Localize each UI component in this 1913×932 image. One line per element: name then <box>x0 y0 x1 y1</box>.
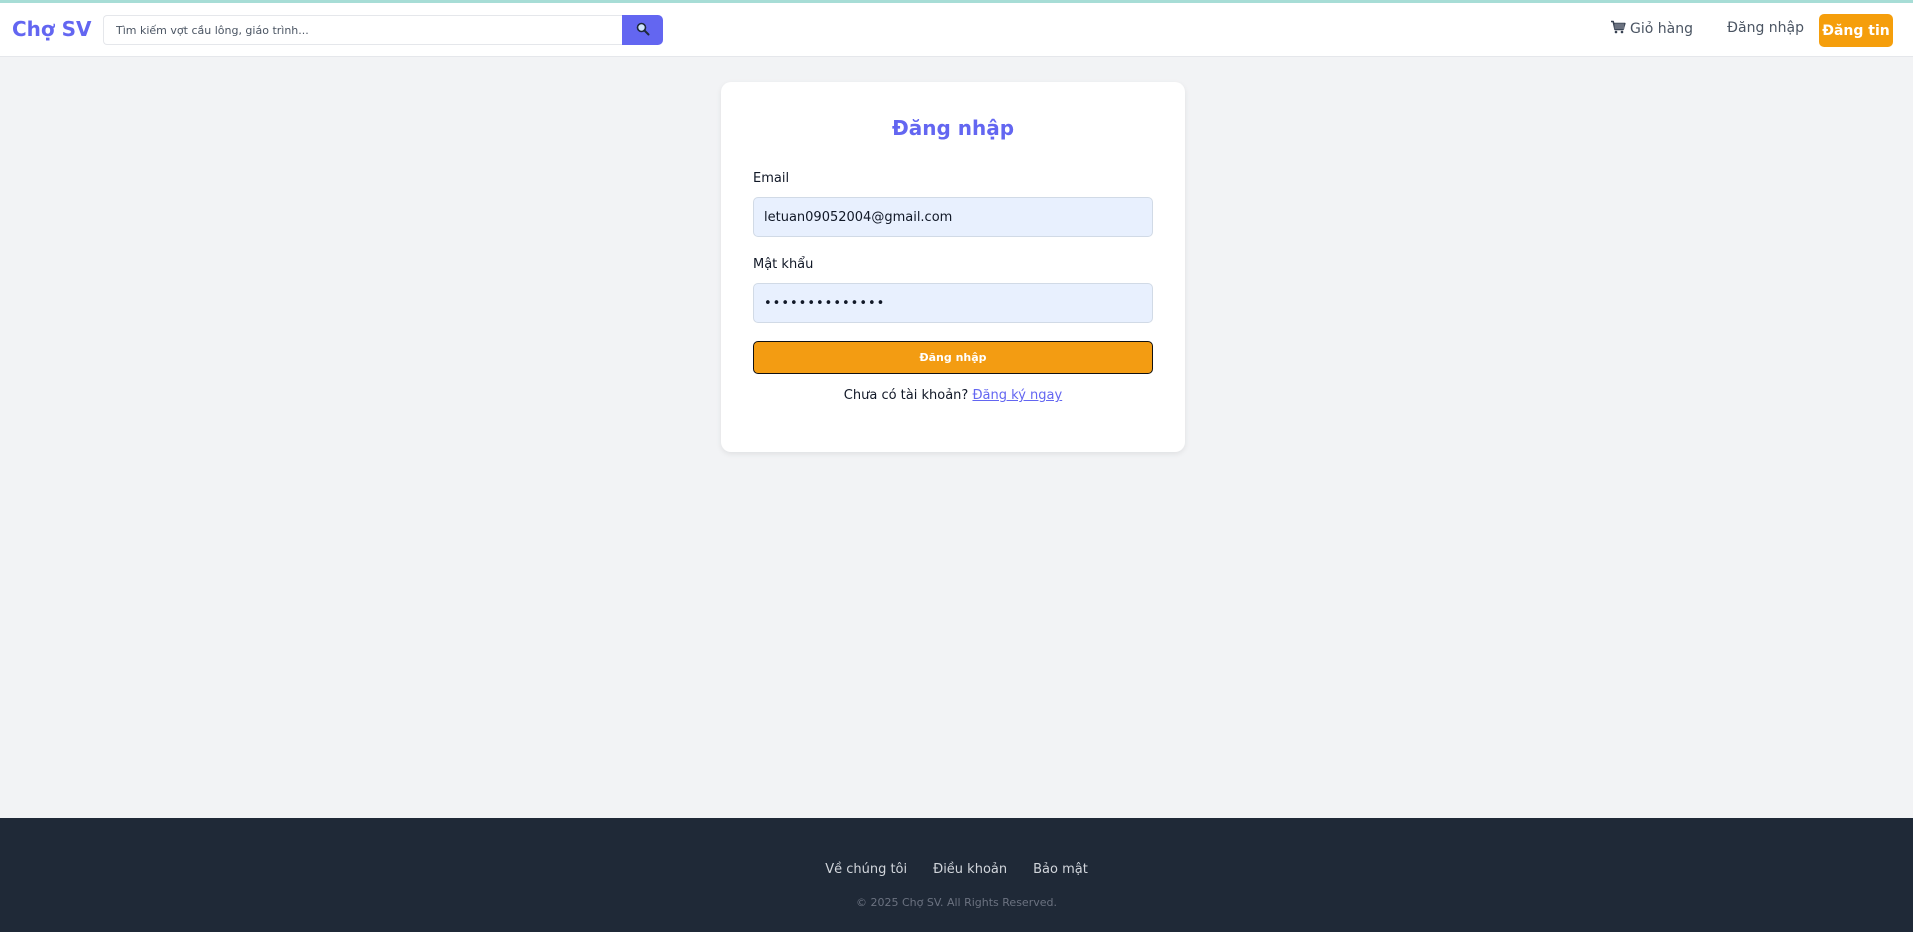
login-link[interactable]: Đăng nhập <box>1727 20 1804 36</box>
post-listing-button[interactable]: Đăng tin <box>1819 14 1893 47</box>
search-input[interactable] <box>103 15 623 45</box>
search-bar <box>103 15 663 45</box>
page-title: Đăng nhập <box>891 116 1015 140</box>
no-account-text: Chưa có tài khoản? <box>843 388 969 403</box>
login-submit-button[interactable]: Đăng nhập <box>753 341 1153 374</box>
footer-link-privacy[interactable]: Bảo mật <box>1033 862 1088 877</box>
signup-link[interactable]: Đăng ký ngay <box>972 388 1062 403</box>
site-footer: Về chúng tôi Điều khoản Bảo mật © 2025 C… <box>0 818 1913 932</box>
login-card: Đăng nhập Email Mật khẩu Đăng nhập Chưa … <box>721 82 1185 452</box>
password-field[interactable] <box>753 283 1153 323</box>
signup-prompt: Chưa có tài khoản? Đăng ký ngay <box>721 388 1185 403</box>
email-field[interactable] <box>753 197 1153 237</box>
cart-label: Giỏ hàng <box>1630 21 1693 37</box>
site-logo[interactable]: Chợ SV <box>12 17 92 41</box>
search-icon <box>636 22 650 39</box>
cart-icon <box>1610 20 1626 38</box>
copyright-text: © 2025 Chợ SV. All Rights Reserved. <box>856 896 1057 909</box>
footer-link-terms[interactable]: Điều khoản <box>933 862 1007 877</box>
footer-links: Về chúng tôi Điều khoản Bảo mật <box>0 862 1913 877</box>
site-header: Chợ SV Giỏ hàng Đăng nhập Đăng tin <box>0 3 1913 57</box>
footer-link-about[interactable]: Về chúng tôi <box>825 862 907 877</box>
search-button[interactable] <box>622 15 663 45</box>
email-label: Email <box>753 171 790 186</box>
password-label: Mật khẩu <box>753 257 814 272</box>
cart-link[interactable]: Giỏ hàng <box>1610 20 1693 38</box>
